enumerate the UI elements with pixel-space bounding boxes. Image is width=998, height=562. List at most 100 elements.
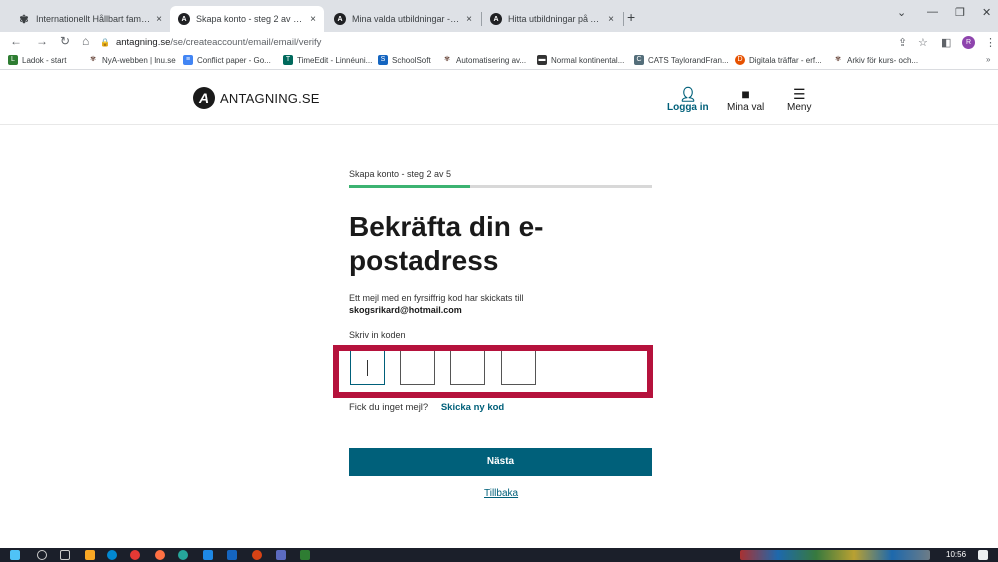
bookmark-item[interactable]: ≡ Conflict paper - Go... — [183, 55, 271, 65]
bookmark-item[interactable]: ✾ NyA-webben | lnu.se — [88, 55, 176, 65]
excel-icon[interactable] — [300, 550, 310, 560]
browser-tab-2-active[interactable]: A Skapa konto - steg 2 av 5 - Bekr × — [170, 6, 324, 32]
tab-title: Skapa konto - steg 2 av 5 - Bekr — [196, 14, 304, 24]
share-icon[interactable]: ⇪ — [898, 36, 907, 49]
bookmark-item[interactable]: ✾ Automatisering av... — [442, 55, 526, 65]
step-progress-bar — [349, 185, 652, 188]
resend-code-link[interactable]: Skicka ny kod — [441, 402, 504, 413]
reload-icon[interactable]: ↻ — [60, 34, 70, 48]
user-icon: 👤︎ — [678, 86, 697, 102]
step-label: Skapa konto - steg 2 av 5 — [349, 169, 452, 179]
bookmarks-overflow-icon[interactable]: » — [986, 55, 990, 64]
bookmark-label: NyA-webben | lnu.se — [102, 55, 176, 65]
tab-close-icon[interactable]: × — [156, 14, 162, 25]
app-icon[interactable] — [178, 550, 188, 560]
no-mail-text: Fick du inget mejl? — [349, 402, 429, 413]
search-icon[interactable] — [37, 550, 47, 560]
system-tray-icons[interactable] — [740, 550, 930, 560]
back-link[interactable]: Tillbaka — [484, 488, 518, 499]
cats-favicon-icon: C — [634, 55, 644, 65]
bookmarks-bar: L Ladok - start ✾ NyA-webben | lnu.se ≡ Con… — [0, 52, 998, 70]
tab-close-icon[interactable]: × — [608, 14, 614, 25]
bookmark-item[interactable]: ✾ Arkiv för kurs- och... — [833, 55, 918, 65]
my-choices-label: Mina val — [727, 102, 765, 113]
timeedit-favicon-icon: T — [283, 55, 293, 65]
profile-avatar[interactable]: R — [962, 36, 975, 49]
minimize-icon[interactable]: — — [927, 6, 938, 18]
browser-tab-4[interactable]: A Hitta utbildningar på Antagning × — [482, 6, 622, 32]
browser-tab-1[interactable]: ✾ Internationellt Hållbart familjesk × — [10, 6, 170, 32]
plant-favicon-icon: ✾ — [19, 13, 29, 26]
docs-favicon-icon: ≡ — [183, 55, 193, 65]
word-icon[interactable] — [227, 550, 237, 560]
back-arrow-icon[interactable]: ← — [10, 34, 22, 48]
bookmark-item[interactable]: ▬ Normal kontinental... — [537, 55, 624, 65]
login-button[interactable]: 👤︎ Logga in — [667, 86, 709, 113]
menu-button[interactable]: ☰ Meny — [787, 86, 811, 113]
lock-icon: 🔒 — [100, 37, 110, 47]
login-label: Logga in — [667, 102, 709, 113]
notifications-icon[interactable] — [978, 550, 988, 560]
bookmark-star-icon[interactable]: ☆ — [918, 36, 928, 49]
task-view-icon[interactable] — [60, 550, 70, 560]
verification-description: Ett mejl med en fyrsiffrig kod har skick… — [349, 292, 523, 316]
tab-close-icon[interactable]: × — [466, 14, 472, 25]
bookmark-item[interactable]: T TimeEdit - Linnéuni... — [283, 55, 372, 65]
powerpoint-icon[interactable] — [252, 550, 262, 560]
bookmark-item[interactable]: C CATS TaylorandFran... — [634, 55, 729, 65]
tab-title: Hitta utbildningar på Antagning — [508, 14, 602, 24]
bookmark-label: Automatisering av... — [456, 55, 527, 65]
tab-search-icon[interactable]: ⌄ — [897, 6, 906, 19]
my-choices-button[interactable]: ■ Mina val — [727, 86, 764, 113]
plant-favicon-icon: ✾ — [90, 56, 96, 63]
digital-favicon-icon: D — [735, 55, 745, 65]
browser-chrome: ✾ Internationellt Hållbart familjesk × A… — [0, 0, 998, 70]
map-favicon-icon: ▬ — [537, 55, 547, 65]
maximize-icon[interactable]: ❐ — [955, 6, 965, 19]
home-icon[interactable]: ⌂ — [82, 34, 89, 48]
plant-favicon-icon: ✾ — [444, 56, 450, 63]
tab-title: Mina valda utbildningar - Antag — [352, 14, 460, 24]
bookmark-label: Ladok - start — [22, 55, 67, 65]
antagning-logo-icon[interactable]: A — [193, 87, 215, 109]
bookmark-label: TimeEdit - Linnéuni... — [297, 55, 373, 65]
bookmark-label: Arkiv för kurs- och... — [847, 55, 919, 65]
bookmark-item[interactable]: L Ladok - start — [8, 55, 66, 65]
antagning-favicon-icon: A — [334, 13, 346, 25]
bookmark-item[interactable]: S SchoolSoft — [378, 55, 431, 65]
tab-close-icon[interactable]: × — [310, 14, 316, 25]
resend-row: Fick du inget mejl? Skicka ny kod — [349, 402, 504, 413]
bookmark-label: Normal kontinental... — [551, 55, 625, 65]
teams-icon[interactable] — [276, 550, 286, 560]
step-progress-fill — [349, 185, 471, 188]
chrome-icon[interactable] — [130, 550, 140, 560]
email-address: skogsrikard@hotmail.com — [349, 305, 462, 315]
page-title: Bekräfta din e-postadress — [349, 211, 544, 276]
briefcase-icon: ■ — [741, 86, 750, 102]
menu-label: Meny — [787, 102, 812, 113]
logo-text[interactable]: ANTAGNING.SE — [220, 91, 320, 106]
browser-tab-3[interactable]: A Mina valda utbildningar - Antag × — [326, 6, 480, 32]
file-explorer-icon[interactable] — [85, 550, 95, 560]
new-tab-icon[interactable]: + — [627, 9, 635, 25]
forward-arrow-icon[interactable]: → — [36, 34, 48, 48]
bookmark-label: CATS TaylorandFran... — [648, 55, 729, 65]
windows-start-icon[interactable] — [10, 550, 20, 560]
bookmark-label: Conflict paper - Go... — [197, 55, 271, 65]
windows-taskbar: 10:56 — [0, 548, 998, 562]
window-close-icon[interactable]: ✕ — [982, 6, 991, 19]
firefox-icon[interactable] — [155, 550, 165, 560]
next-button[interactable]: Nästa — [349, 448, 652, 476]
bookmark-item[interactable]: D Digitala träffar - erf... — [735, 55, 822, 65]
taskbar-clock: 10:56 — [946, 550, 967, 559]
kebab-menu-icon[interactable]: ⋮ — [985, 36, 996, 49]
outlook-icon[interactable] — [203, 550, 213, 560]
site-header: A ANTAGNING.SE 👤︎ Logga in ■ Mina val ☰ … — [0, 70, 998, 125]
url-domain: antagning.se — [115, 36, 171, 48]
antagning-favicon-icon: A — [178, 13, 190, 25]
antagning-favicon-icon: A — [490, 13, 502, 25]
sidepanel-icon[interactable]: ◧ — [941, 36, 951, 49]
address-bar[interactable]: 🔒 antagning.se/se/createaccount/email/em… — [100, 33, 890, 51]
edge-icon[interactable] — [107, 550, 117, 560]
ladok-favicon-icon: L — [8, 55, 18, 65]
